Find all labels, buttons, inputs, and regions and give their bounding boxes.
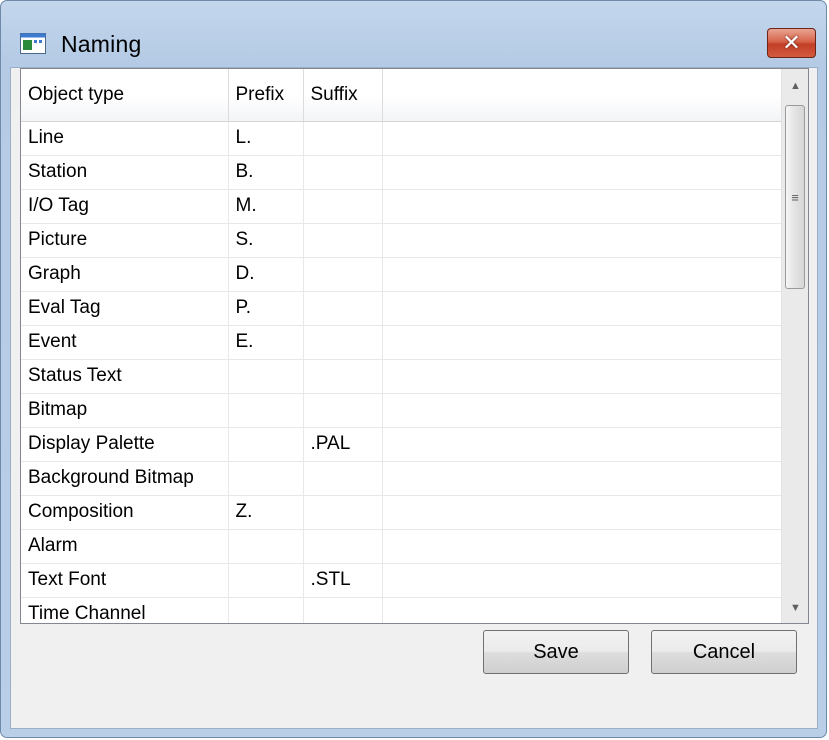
object-type-cell[interactable]: Bitmap bbox=[21, 393, 229, 428]
filler-cell bbox=[382, 495, 783, 530]
object-type-cell[interactable]: Station bbox=[21, 155, 229, 190]
object-type-cell[interactable]: Status Text bbox=[21, 359, 229, 394]
suffix-cell[interactable] bbox=[303, 393, 383, 428]
table-row[interactable]: Eval Tag P. bbox=[21, 291, 783, 326]
table-row[interactable]: Event E. bbox=[21, 325, 783, 360]
scroll-up-icon[interactable]: ▲ bbox=[782, 71, 808, 101]
filler-cell bbox=[382, 461, 783, 496]
dialog-content: Object type Prefix Suffix Line L. Station B… bbox=[10, 67, 818, 729]
table-row[interactable]: Graph D. bbox=[21, 257, 783, 292]
prefix-cell[interactable]: S. bbox=[228, 223, 304, 258]
filler-cell bbox=[382, 257, 783, 292]
column-header-object-type[interactable]: Object type bbox=[21, 69, 229, 122]
table-row[interactable]: Composition Z. bbox=[21, 495, 783, 530]
object-type-cell[interactable]: Display Palette bbox=[21, 427, 229, 462]
suffix-cell[interactable] bbox=[303, 291, 383, 326]
vertical-scrollbar[interactable]: ▲ ≡ ▼ bbox=[781, 69, 808, 623]
table-row[interactable]: Station B. bbox=[21, 155, 783, 190]
object-type-cell[interactable]: Event bbox=[21, 325, 229, 360]
prefix-cell[interactable] bbox=[228, 597, 304, 623]
suffix-cell[interactable] bbox=[303, 257, 383, 292]
column-header-prefix[interactable]: Prefix bbox=[228, 69, 304, 122]
dialog-title: Naming bbox=[61, 31, 142, 57]
table-row[interactable]: Display Palette .PAL bbox=[21, 427, 783, 462]
prefix-cell[interactable] bbox=[228, 427, 304, 462]
object-type-cell[interactable]: Text Font bbox=[21, 563, 229, 598]
table-row[interactable]: Line L. bbox=[21, 121, 783, 156]
filler-cell bbox=[382, 597, 783, 623]
scroll-down-icon[interactable]: ▼ bbox=[782, 593, 808, 623]
suffix-cell[interactable]: .STL bbox=[303, 563, 383, 598]
suffix-cell[interactable] bbox=[303, 121, 383, 156]
save-button[interactable]: Save bbox=[483, 630, 629, 674]
filler-cell bbox=[382, 359, 783, 394]
table-row[interactable]: Bitmap bbox=[21, 393, 783, 428]
prefix-cell[interactable]: P. bbox=[228, 291, 304, 326]
naming-list: Object type Prefix Suffix Line L. Station B… bbox=[20, 68, 809, 624]
object-type-cell[interactable]: Graph bbox=[21, 257, 229, 292]
naming-dialog: Naming ✕ Object type Prefix Suffix Line … bbox=[0, 0, 827, 738]
suffix-cell[interactable] bbox=[303, 325, 383, 360]
filler-cell bbox=[382, 427, 783, 462]
object-type-cell[interactable]: Picture bbox=[21, 223, 229, 258]
table-row[interactable]: Status Text bbox=[21, 359, 783, 394]
column-header-filler bbox=[382, 69, 783, 122]
prefix-cell[interactable] bbox=[228, 461, 304, 496]
table-row[interactable]: Text Font .STL bbox=[21, 563, 783, 598]
object-type-cell[interactable]: Time Channel bbox=[21, 597, 229, 623]
filler-cell bbox=[382, 529, 783, 564]
suffix-cell[interactable] bbox=[303, 495, 383, 530]
filler-cell bbox=[382, 121, 783, 156]
prefix-cell[interactable]: M. bbox=[228, 189, 304, 224]
close-icon: ✕ bbox=[782, 30, 801, 55]
table-row[interactable]: Time Channel bbox=[21, 597, 783, 623]
object-type-cell[interactable]: Composition bbox=[21, 495, 229, 530]
window-icon bbox=[20, 33, 46, 59]
filler-cell bbox=[382, 563, 783, 598]
prefix-cell[interactable] bbox=[228, 563, 304, 598]
suffix-cell[interactable] bbox=[303, 597, 383, 623]
close-button[interactable]: ✕ bbox=[767, 28, 816, 58]
filler-cell bbox=[382, 155, 783, 190]
filler-cell bbox=[382, 393, 783, 428]
filler-cell bbox=[382, 325, 783, 360]
grip-icon: ≡ bbox=[791, 190, 799, 205]
prefix-cell[interactable]: B. bbox=[228, 155, 304, 190]
suffix-cell[interactable] bbox=[303, 529, 383, 564]
scroll-thumb[interactable]: ≡ bbox=[785, 105, 805, 289]
prefix-cell[interactable] bbox=[228, 393, 304, 428]
table-row[interactable]: Picture S. bbox=[21, 223, 783, 258]
object-type-cell[interactable]: Alarm bbox=[21, 529, 229, 564]
title-bar[interactable]: Naming ✕ bbox=[1, 1, 826, 58]
filler-cell bbox=[382, 291, 783, 326]
suffix-cell[interactable] bbox=[303, 155, 383, 190]
object-type-cell[interactable]: I/O Tag bbox=[21, 189, 229, 224]
table-row[interactable]: Alarm bbox=[21, 529, 783, 564]
object-type-cell[interactable]: Eval Tag bbox=[21, 291, 229, 326]
suffix-cell[interactable] bbox=[303, 461, 383, 496]
table-row[interactable]: Background Bitmap bbox=[21, 461, 783, 496]
filler-cell bbox=[382, 223, 783, 258]
prefix-cell[interactable]: L. bbox=[228, 121, 304, 156]
prefix-cell[interactable]: Z. bbox=[228, 495, 304, 530]
suffix-cell[interactable] bbox=[303, 359, 383, 394]
prefix-cell[interactable] bbox=[228, 529, 304, 564]
column-header-suffix[interactable]: Suffix bbox=[303, 69, 383, 122]
suffix-cell[interactable] bbox=[303, 223, 383, 258]
suffix-cell[interactable] bbox=[303, 189, 383, 224]
filler-cell bbox=[382, 189, 783, 224]
prefix-cell[interactable] bbox=[228, 359, 304, 394]
header-row: Object type Prefix Suffix bbox=[21, 69, 783, 122]
table-row[interactable]: I/O Tag M. bbox=[21, 189, 783, 224]
prefix-cell[interactable]: E. bbox=[228, 325, 304, 360]
object-type-cell[interactable]: Background Bitmap bbox=[21, 461, 229, 496]
cancel-button[interactable]: Cancel bbox=[651, 630, 797, 674]
suffix-cell[interactable]: .PAL bbox=[303, 427, 383, 462]
prefix-cell[interactable]: D. bbox=[228, 257, 304, 292]
object-type-cell[interactable]: Line bbox=[21, 121, 229, 156]
naming-table: Object type Prefix Suffix Line L. Station B… bbox=[21, 69, 783, 623]
